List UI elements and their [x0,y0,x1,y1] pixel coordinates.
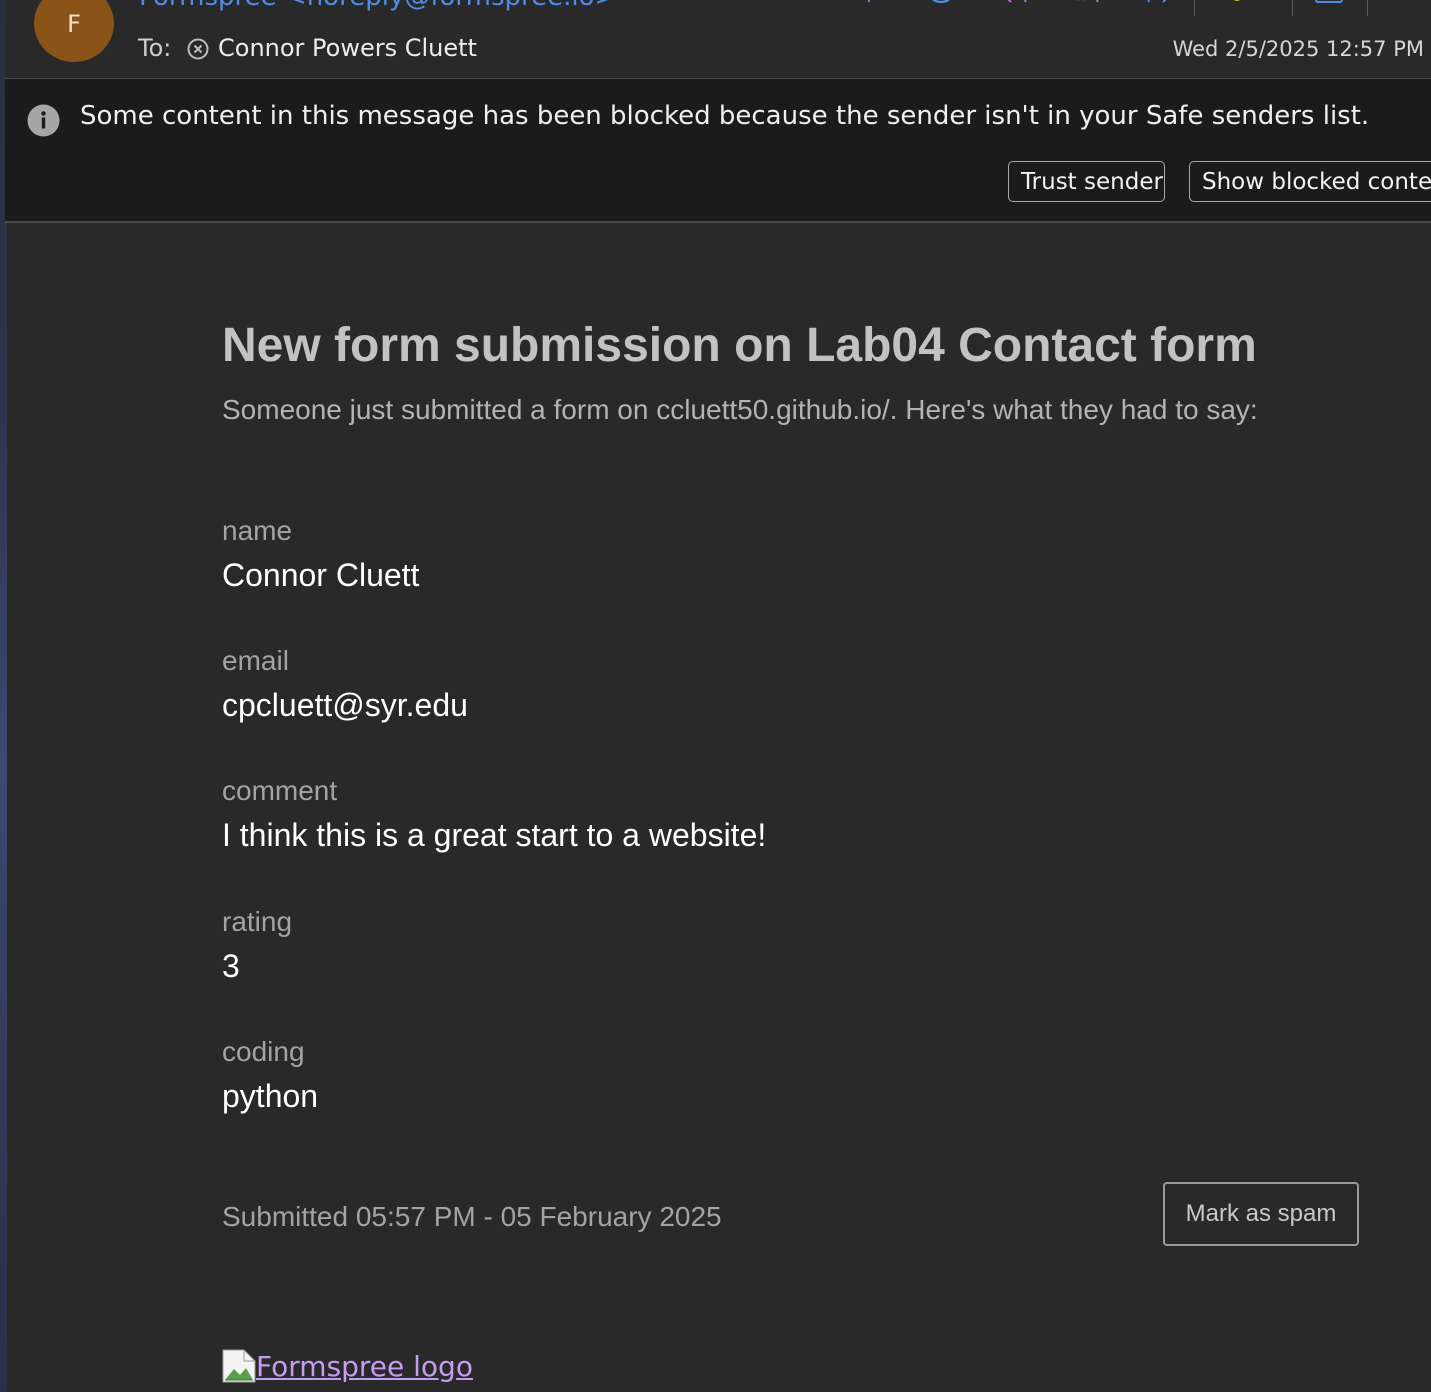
field-label-email: email [222,645,289,676]
remove-recipient-icon[interactable] [187,38,209,60]
submitted-timestamp: Submitted 05:57 PM - 05 February 2025 [222,1201,722,1232]
trust-sender-button[interactable]: Trust sender [1008,161,1165,202]
forward-icon[interactable] [1143,0,1175,12]
field-value-comment: I think this is a great start to a websi… [222,817,767,853]
field-value-rating: 3 [222,948,240,984]
field-label-coding: coding [222,1036,305,1067]
field-value-email[interactable]: cpcluett@syr.edu [222,687,468,724]
mark-as-spam-button[interactable]: Mark as spam [1163,1182,1359,1246]
to-label: To: [138,34,172,62]
reply-all-icon[interactable] [1069,0,1101,12]
email-title: New form submission on Lab04 Contact for… [222,319,1257,372]
field-value-name: Connor Cluett [222,557,420,593]
field-label-rating: rating [222,906,293,937]
message-header: F Formspree <noreply@formspree.io> To: [5,0,1431,79]
bulb-icon[interactable] [853,0,885,12]
apps-icon[interactable] [1313,0,1345,12]
rule-icon[interactable] [1211,0,1271,12]
toolbar-separator [1292,0,1293,16]
broken-image-icon [222,1349,256,1383]
emoji-icon[interactable] [925,0,957,12]
toolbar-separator [1194,0,1195,16]
field-value-coding: python [222,1078,319,1114]
field-label-comment: comment [222,775,338,806]
sender-address[interactable]: Formspree <noreply@formspree.io> [139,0,616,12]
field-label-name: name [222,515,293,546]
message-date: Wed 2/5/2025 12:57 PM [1172,37,1424,61]
sender-avatar[interactable]: F [34,0,114,62]
toolbar-separator [1367,0,1368,16]
formspree-logo-link[interactable]: Formspree logo [222,1346,473,1386]
email-subtitle: Someone just submitted a form on ccluett… [222,394,1258,425]
info-icon [27,104,60,137]
blocked-content-message: Some content in this message has been bl… [80,101,1370,131]
formspree-logo-alt-text[interactable]: Formspree logo [256,1350,473,1383]
recipient-name[interactable]: Connor Powers Cluett [218,34,477,62]
blocked-content-banner: Some content in this message has been bl… [5,79,1431,223]
reply-icon[interactable] [999,0,1031,12]
show-blocked-content-button[interactable]: Show blocked content [1189,161,1431,202]
